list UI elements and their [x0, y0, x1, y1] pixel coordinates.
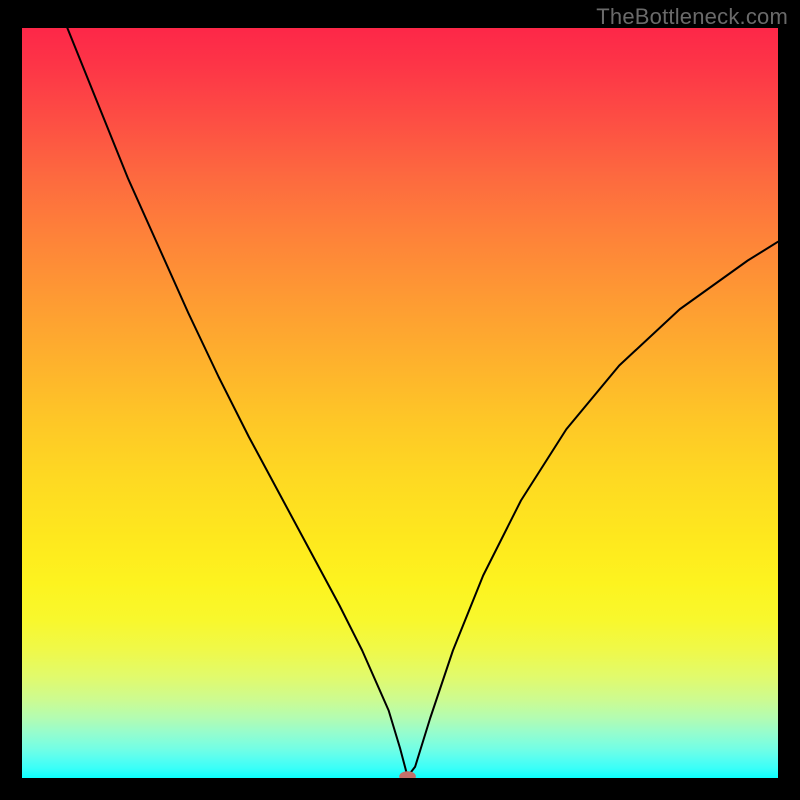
- minimum-marker: [399, 771, 416, 778]
- bottleneck-curve: [67, 28, 778, 777]
- chart-frame: TheBottleneck.com: [0, 0, 800, 800]
- watermark-text: TheBottleneck.com: [596, 4, 788, 30]
- curve-svg: [22, 28, 778, 778]
- plot-area: [22, 28, 778, 778]
